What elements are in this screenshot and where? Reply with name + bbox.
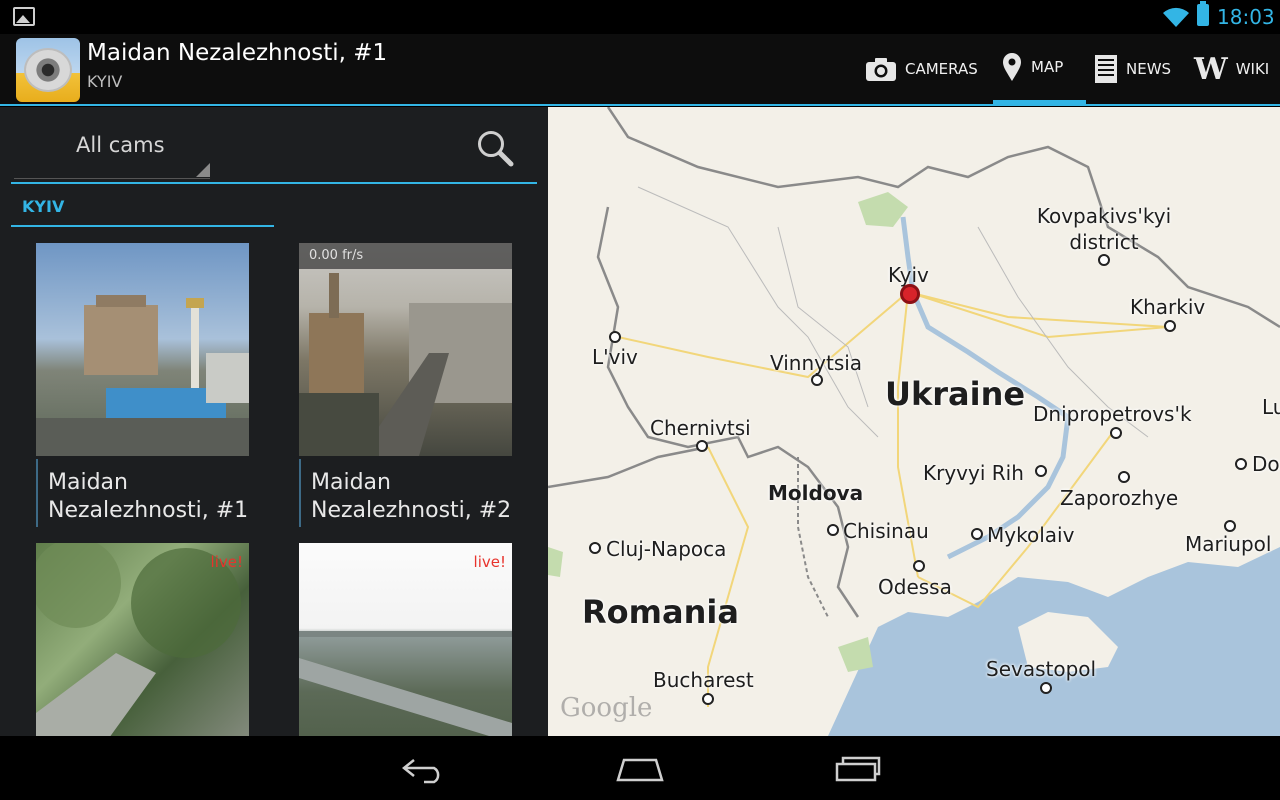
- city-dot: [1040, 682, 1052, 694]
- city-dot: [609, 331, 621, 343]
- tab-cameras-label: CAMERAS: [905, 60, 978, 78]
- map-label-city: Cluj-Napoca: [606, 537, 727, 561]
- map-label-city: L'viv: [592, 345, 638, 369]
- maidan-square-image: [36, 295, 249, 456]
- camera-thumbnail[interactable]: 0.00 fr/s: [299, 243, 512, 456]
- section-header-city: KYIV: [22, 197, 65, 216]
- tab-map-label: MAP: [1031, 58, 1064, 76]
- wifi-icon: [1163, 7, 1189, 28]
- map-label-city: Chernivtsi: [650, 416, 751, 440]
- camera-lens-icon: [24, 48, 72, 92]
- map-label-city: Mariupol: [1185, 532, 1272, 556]
- clock: 18:03: [1217, 5, 1275, 29]
- camera-filter-dropdown[interactable]: All cams: [14, 119, 210, 179]
- tab-news[interactable]: NEWS: [1086, 34, 1179, 104]
- tab-wiki[interactable]: W WIKI: [1186, 34, 1277, 104]
- camera-thumbnail[interactable]: live!: [36, 543, 249, 736]
- map-label-city: Mykolaiv: [987, 523, 1075, 547]
- city-dot: [971, 528, 983, 540]
- tab-cameras[interactable]: CAMERAS: [857, 34, 986, 104]
- battery-icon: [1197, 1, 1209, 26]
- camera-name: Maidan Nezalezhnosti, #1: [36, 459, 250, 527]
- tab-news-label: NEWS: [1126, 60, 1172, 78]
- frame-rate-overlay: 0.00 fr/s: [299, 243, 512, 269]
- city-dot: [1035, 465, 1047, 477]
- app-icon[interactable]: [16, 38, 80, 102]
- map-label-city: Kryvyi Rih: [923, 461, 1024, 485]
- back-icon[interactable]: [400, 754, 448, 784]
- city-dot: [913, 560, 925, 572]
- map-label-city: Chisinau: [843, 519, 929, 543]
- map-view[interactable]: Ukraine Moldova Romania Kyiv Kovpakivs'k…: [548, 107, 1280, 736]
- map-label-city: Bucharest: [653, 668, 754, 692]
- map-label-city: Dnipropetrovs'k: [1033, 402, 1192, 426]
- city-dot: [1110, 427, 1122, 439]
- camera-list-panel: All cams KYIV Maidan Nezalezhnosti, #1 0…: [0, 107, 548, 736]
- park-path-image: [36, 543, 241, 736]
- home-icon[interactable]: [614, 754, 666, 784]
- city-dot: [1224, 520, 1236, 532]
- wiki-icon: W: [1194, 51, 1228, 87]
- live-badge: live!: [473, 553, 506, 571]
- camera-name: Maidan Nezalezhnosti, #2: [299, 459, 513, 527]
- selected-camera-marker[interactable]: [900, 284, 920, 304]
- camera-thumbnail[interactable]: [36, 243, 249, 456]
- map-label-city: Kharkiv: [1130, 295, 1206, 319]
- system-navigation-bar: [0, 736, 1280, 800]
- action-bar: Maidan Nezalezhnosti, #1 KYIV CAMERAS MA…: [0, 34, 1280, 106]
- map-label-country: Ukraine: [885, 375, 1026, 413]
- map-label-city: Odessa: [878, 575, 952, 599]
- map-label-city: Vinnytsia: [770, 351, 863, 375]
- news-icon: [1095, 55, 1117, 83]
- city-dot: [1118, 471, 1130, 483]
- map-pin-icon: [1003, 53, 1021, 81]
- map-label-city: Kovpakivs'kyi district: [1036, 204, 1172, 254]
- search-icon[interactable]: [476, 129, 514, 167]
- city-dot: [811, 374, 823, 386]
- page-title: Maidan Nezalezhnosti, #1: [87, 40, 388, 66]
- live-badge: live!: [210, 553, 243, 571]
- city-dot: [1235, 458, 1247, 470]
- status-bar: 18:03: [0, 0, 1280, 34]
- recent-apps-icon[interactable]: [833, 754, 883, 784]
- map-label-city: Sevastopol: [986, 657, 1097, 681]
- map-label-city: Zaporozhye: [1060, 486, 1179, 510]
- city-dot: [589, 542, 601, 554]
- filter-selected-value: All cams: [76, 133, 165, 157]
- section-divider: [11, 225, 274, 227]
- camera-thumbnail[interactable]: live!: [299, 543, 512, 736]
- filter-divider: [11, 182, 537, 184]
- page-subtitle: KYIV: [87, 72, 123, 91]
- google-attribution: Google: [560, 693, 653, 723]
- city-dot: [827, 524, 839, 536]
- city-dot: [1098, 254, 1110, 266]
- map-label-country: Romania: [582, 593, 739, 631]
- street-view-image: [299, 273, 512, 456]
- map-label-city: Lu: [1262, 395, 1280, 419]
- tab-wiki-label: WIKI: [1235, 60, 1270, 78]
- highway-view-image: [299, 631, 512, 736]
- dropdown-indicator-icon: [196, 163, 210, 177]
- map-label-country: Moldova: [768, 481, 864, 505]
- city-dot: [1164, 320, 1176, 332]
- tab-map[interactable]: MAP: [993, 34, 1086, 104]
- city-dot: [696, 440, 708, 452]
- city-dot: [702, 693, 714, 705]
- gallery-notification-icon: [13, 7, 35, 26]
- map-label-city: Do: [1252, 452, 1280, 476]
- camera-icon: [866, 58, 896, 81]
